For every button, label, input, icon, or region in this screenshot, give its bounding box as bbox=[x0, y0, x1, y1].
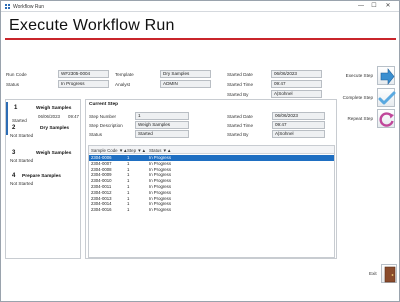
column-sample-code[interactable]: Sample Code ▼▲ bbox=[91, 148, 128, 153]
step-number-field[interactable]: 1 bbox=[135, 112, 189, 120]
header-started-time-field[interactable]: 09:47 bbox=[271, 80, 322, 88]
header-started-time-label: Started Time bbox=[227, 82, 254, 87]
header-started-by-field[interactable]: A|Sohnel bbox=[271, 90, 322, 98]
step-status-field[interactable]: Started bbox=[135, 130, 189, 138]
step-number: 1 bbox=[14, 105, 18, 111]
step-item-4[interactable]: 4 Prepare Samples Not Started bbox=[6, 170, 80, 203]
column-step[interactable]: Step ▼▲ bbox=[127, 148, 146, 153]
repeat-step-label: Repeat Step bbox=[347, 116, 373, 121]
step-name: Prepare Samples bbox=[22, 174, 61, 179]
app-grid-icon bbox=[5, 4, 10, 9]
execute-step-label: Execute Step bbox=[345, 73, 373, 78]
minimize-button[interactable]: — bbox=[356, 2, 366, 11]
step-cell: 1 bbox=[127, 207, 130, 213]
step-number: 4 bbox=[12, 173, 16, 179]
samples-grid: Sample Code ▼▲ Step ▼▲ Status ▼▲ 2304-00… bbox=[88, 145, 335, 258]
step-name: Weigh Samples bbox=[36, 151, 72, 156]
status-cell: In Progress bbox=[149, 207, 171, 213]
exit-button[interactable]: Exit bbox=[361, 263, 399, 285]
complete-step-label: Complete Step bbox=[342, 95, 373, 100]
analyst-label: Analyst bbox=[115, 82, 131, 87]
column-status[interactable]: Status ▼▲ bbox=[149, 148, 171, 153]
step-status: Not Started bbox=[10, 158, 34, 163]
workflow-run-window: Workflow Run — ☐ ✕ Execute Workflow Run … bbox=[0, 0, 400, 302]
status-field[interactable]: In Progress bbox=[58, 80, 109, 88]
page-title: Execute Workflow Run bbox=[9, 17, 175, 34]
template-field[interactable]: Dry Samples bbox=[160, 70, 211, 78]
step-name: Weigh Samples bbox=[36, 106, 72, 111]
status-label: Status bbox=[6, 82, 20, 87]
table-row[interactable]: 2304-0016 1 In Progress bbox=[89, 207, 334, 213]
step-date: 06/06/2023 bbox=[38, 114, 60, 119]
current-step-panel: Current Step Step Number 1 Step Descript… bbox=[85, 99, 337, 259]
step-number-label: Step Number bbox=[89, 114, 117, 119]
step-status: Not Started bbox=[10, 133, 34, 138]
steps-list: 1 Weigh Samples 06/06/2023 09:47 Started… bbox=[5, 99, 81, 259]
grid-header: Sample Code ▼▲ Step ▼▲ Status ▼▲ bbox=[89, 146, 334, 154]
title-divider bbox=[5, 38, 396, 40]
step-started-date-field[interactable]: 06/06/2023 bbox=[272, 112, 325, 120]
step-description-label: Step Description bbox=[89, 123, 123, 128]
current-step-heading: Current Step bbox=[89, 102, 119, 107]
template-label: Template bbox=[115, 72, 134, 77]
repeat-step-button[interactable]: Repeat Step bbox=[341, 108, 399, 130]
step-started-by-label: Started By bbox=[227, 132, 249, 137]
step-name: Dry Samples bbox=[40, 126, 70, 131]
step-status: Not Started bbox=[10, 181, 34, 186]
sample-code-cell: 2304-0016 bbox=[91, 207, 112, 213]
close-button[interactable]: ✕ bbox=[383, 2, 393, 11]
maximize-button[interactable]: ☐ bbox=[369, 2, 379, 11]
arrow-right-icon bbox=[377, 66, 395, 85]
header-started-date-field[interactable]: 06/06/2023 bbox=[271, 70, 322, 78]
header-started-date-label: Started Date bbox=[227, 72, 253, 77]
step-time: 09:47 bbox=[68, 114, 79, 119]
step-number: 3 bbox=[12, 150, 16, 156]
step-started-time-label: Started Time bbox=[227, 123, 254, 128]
step-started-time-field[interactable]: 09:47 bbox=[272, 121, 325, 129]
step-description-field[interactable]: Weigh Samples bbox=[135, 121, 189, 129]
window-titlebar: Workflow Run — ☐ ✕ bbox=[1, 1, 399, 12]
step-status-label: Status bbox=[89, 132, 103, 137]
door-exit-icon bbox=[381, 264, 397, 283]
exit-label: Exit bbox=[369, 271, 377, 276]
window-title: Workflow Run bbox=[13, 3, 45, 10]
checkmark-icon bbox=[377, 88, 396, 107]
step-started-by-field[interactable]: A|Sohnel bbox=[272, 130, 325, 138]
repeat-icon bbox=[377, 109, 395, 128]
analyst-field[interactable]: ADMIN bbox=[160, 80, 211, 88]
execute-step-button[interactable]: Execute Step bbox=[341, 65, 399, 87]
run-code-field[interactable]: WF2305-0004 bbox=[58, 70, 109, 78]
step-started-date-label: Started Date bbox=[227, 114, 253, 119]
header-started-by-label: Started By bbox=[227, 92, 249, 97]
complete-step-button[interactable]: Complete Step bbox=[341, 87, 399, 109]
run-code-label: Run Code bbox=[6, 72, 27, 77]
step-number: 2 bbox=[12, 125, 16, 131]
